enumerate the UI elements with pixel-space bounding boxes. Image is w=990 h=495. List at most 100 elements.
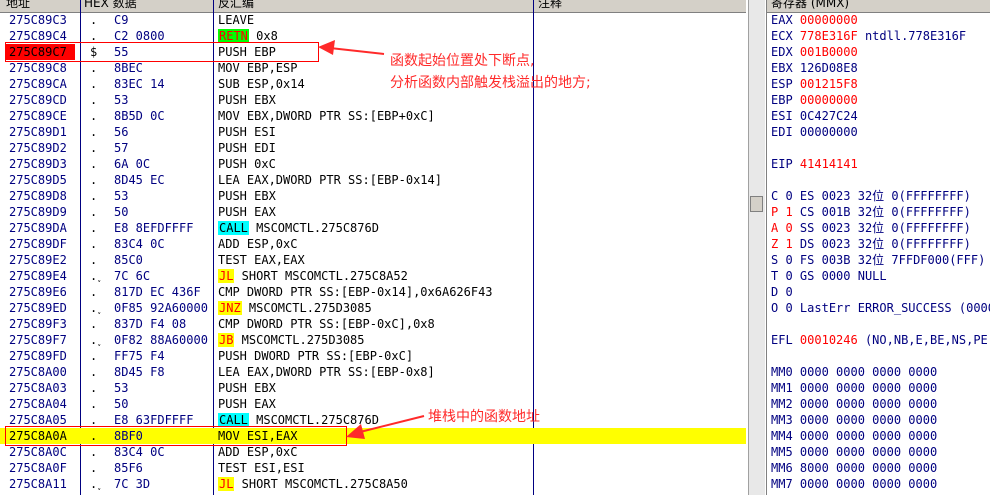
register-value: 0000 0000 0000 0000	[799, 381, 938, 395]
register-name: EDX	[771, 45, 793, 59]
instruction-row[interactable]: 275C89E6. 817D EC 436F CMP DWORD PTR SS:[E…	[0, 284, 746, 300]
instruction-row[interactable]: 275C89D5. 8D45 EC LEA EAX,DWORD PTR SS:[EB…	[0, 172, 746, 188]
register-line[interactable]: EDX 001B0000	[771, 44, 858, 60]
instruction-row[interactable]: 275C89ED .˯ 0F85 92A60000 JNZ MSCOMCTL.275D…	[0, 300, 746, 316]
register-line[interactable]: ECX 778E316F ntdll.778E316F	[771, 28, 966, 44]
register-line[interactable]: EAX 00000000	[771, 12, 858, 28]
column-header-address[interactable]: 地址	[6, 0, 76, 9]
instruction-row[interactable]: 275C89C8. 8BEC MOV EBP,ESP	[0, 60, 746, 76]
register-line[interactable]: C 0 ES 0023 32位 0(FFFFFFFF)	[771, 188, 971, 204]
instruction-row[interactable]: 275C89C3. C9 LEAVE	[0, 12, 746, 28]
stack-note: 堆栈中的函数地址	[428, 409, 540, 425]
instruction-row[interactable]: 275C8A03. 53 PUSH EBX	[0, 380, 746, 396]
register-line[interactable]: S 0 FS 003B 32位 7FFDF000(FFF)	[771, 252, 985, 268]
register-line[interactable]: EBP 00000000	[771, 92, 858, 108]
register-line[interactable]: ESP 001215F8	[771, 76, 858, 92]
instruction-marker: .	[90, 381, 98, 395]
register-line[interactable]: MM4 0000 0000 0000 0000	[771, 428, 937, 444]
instruction-hex: 8B5D 0C	[114, 109, 165, 123]
instruction-row[interactable]: 275C89D8. 53 PUSH EBX	[0, 188, 746, 204]
instruction-marker: .	[90, 77, 98, 91]
instruction-address: 275C89D1	[9, 125, 67, 139]
instruction-row[interactable]: 275C8A04. 50 PUSH EAX	[0, 396, 746, 412]
instruction-address: 275C89C3	[9, 13, 67, 27]
registers-pane[interactable]: 寄存器 (MMX) EAX 00000000 ECX 778E316F ntdl…	[766, 0, 990, 495]
instruction-row[interactable]: 275C89D1. 56 PUSH ESI	[0, 124, 746, 140]
disassembly-pane[interactable]: 地址 HEX 数据 反汇编 注释 275C89C3. C9 LEAVE 275C89C…	[0, 0, 746, 495]
register-line[interactable]: MM0 0000 0000 0000 0000	[771, 364, 937, 380]
instruction-row[interactable]: 275C89CD. 53 PUSH EBX	[0, 92, 746, 108]
instruction-operands: PUSH EBX	[218, 189, 276, 203]
instruction-operands: PUSH ESI	[218, 125, 276, 139]
register-line[interactable]: O 0 LastErr ERROR_SUCCESS (00000000)	[771, 300, 990, 316]
register-comment: DS 0023 32位 0(FFFFFFFF)	[799, 237, 971, 251]
register-name: Z 1	[771, 237, 793, 251]
instruction-disasm: LEAVE	[218, 12, 533, 28]
instruction-row[interactable]: 275C89E2. 85C0 TEST EAX,EAX	[0, 252, 746, 268]
instruction-row[interactable]: 275C8A0C. 83C4 0C ADD ESP,0xC	[0, 444, 746, 460]
register-line[interactable]: ESI 0C427C24	[771, 108, 858, 124]
instruction-marker: .	[90, 461, 98, 475]
instruction-row[interactable]: 275C8A0F. 85F6 TEST ESI,ESI	[0, 460, 746, 476]
register-line[interactable]: EFL 00010246 (NO,NB,E,BE,NS,PE,GE,LE)	[771, 332, 990, 348]
instruction-marker: .	[90, 445, 98, 459]
instruction-operands: PUSH EBX	[218, 93, 276, 107]
register-line[interactable]: MM3 0000 0000 0000 0000	[771, 412, 937, 428]
instruction-row[interactable]: 275C89F3. 837D F4 08 CMP DWORD PTR SS:[EBP…	[0, 316, 746, 332]
instruction-hex: 6A 0C	[114, 157, 151, 171]
instruction-marker: .	[90, 365, 98, 379]
register-line[interactable]: EIP 41414141	[771, 156, 858, 172]
register-line[interactable]: T 0 GS 0000 NULL	[771, 268, 887, 284]
register-line[interactable]: A 0 SS 0023 32位 0(FFFFFFFF)	[771, 220, 971, 236]
instruction-row[interactable]: 275C89E4 .˯ 7C 6C JL SHORT MSCOMCTL.275C8A5…	[0, 268, 746, 284]
instruction-row[interactable]: 275C89F7 .˯ 0F82 88A60000 JB MSCOMCTL.275D3…	[0, 332, 746, 348]
register-line[interactable]: EBX 126D08E8	[771, 60, 858, 76]
register-line[interactable]: MM1 0000 0000 0000 0000	[771, 380, 937, 396]
column-header-disasm[interactable]: 反汇编	[218, 0, 528, 9]
register-line[interactable]: MM6 8000 0000 0000 0000	[771, 460, 937, 476]
register-line[interactable]: MM7 0000 0000 0000 0000	[771, 476, 937, 492]
column-header-comment[interactable]: 注释	[538, 0, 738, 9]
instruction-row[interactable]: 275C89CE. 8B5D 0C MOV EBX,DWORD PTR SS:[EB…	[0, 108, 746, 124]
scrollbar-thumb[interactable]	[750, 196, 763, 212]
instruction-hex: 83C4 0C	[114, 237, 165, 251]
instruction-row[interactable]: 275C8A00. 8D45 F8 LEA EAX,DWORD PTR SS:[EB…	[0, 364, 746, 380]
instruction-operands: ADD ESP,0xC	[218, 237, 298, 251]
instruction-row[interactable]: 275C89DA. E8 8EFDFFFF CALL MSCOMCTL.275C87…	[0, 220, 746, 236]
instruction-row[interactable]: 275C89D3. 6A 0C PUSH 0xC	[0, 156, 746, 172]
instruction-row[interactable]: 275C89DF. 83C4 0C ADD ESP,0xC	[0, 236, 746, 252]
instruction-disasm: CMP DWORD PTR SS:[EBP-0xC],0x8	[218, 316, 533, 332]
register-name: ECX	[771, 29, 793, 43]
instruction-disasm: JB MSCOMCTL.275D3085	[218, 332, 533, 348]
register-line[interactable]: EDI 00000000	[771, 124, 858, 140]
column-header-hex[interactable]: HEX 数据	[84, 0, 212, 9]
instruction-marker: .	[90, 205, 98, 219]
register-line[interactable]: Z 1 DS 0023 32位 0(FFFFFFFF)	[771, 236, 971, 252]
instruction-marker: .	[90, 285, 98, 299]
instruction-row[interactable]: 275C89CA. 83EC 14 SUB ESP,0x14	[0, 76, 746, 92]
instruction-row[interactable]: 275C89FD. FF75 F4 PUSH DWORD PTR SS:[EBP-0…	[0, 348, 746, 364]
instruction-address: 275C89E2	[9, 253, 67, 267]
register-line[interactable]: MM5 0000 0000 0000 0000	[771, 444, 937, 460]
register-value: 001215F8	[799, 77, 858, 91]
instruction-marker: .	[90, 157, 98, 171]
breakpoint-note-line2: 分析函数内部触发栈溢出的地方;	[390, 75, 591, 91]
register-line[interactable]: D 0	[771, 284, 793, 300]
register-line[interactable]: P 1 CS 001B 32位 0(FFFFFFFF)	[771, 204, 971, 220]
instruction-row[interactable]: 275C89D9. 50 PUSH EAX	[0, 204, 746, 220]
instruction-hex: 85F6	[114, 461, 143, 475]
instruction-disasm: CALL MSCOMCTL.275C876D	[218, 220, 533, 236]
register-line[interactable]: MM2 0000 0000 0000 0000	[771, 396, 937, 412]
disassembly-scrollbar[interactable]	[748, 0, 765, 495]
register-name: EAX	[771, 13, 793, 27]
instruction-address: 275C89FD	[9, 349, 67, 363]
instruction-row[interactable]: 275C8A11 .˯ 7C 3D JL SHORT MSCOMCTL.275C8A5…	[0, 476, 746, 492]
register-value: 0C427C24	[799, 109, 858, 123]
instruction-row[interactable]: 275C89D2. 57 PUSH EDI	[0, 140, 746, 156]
